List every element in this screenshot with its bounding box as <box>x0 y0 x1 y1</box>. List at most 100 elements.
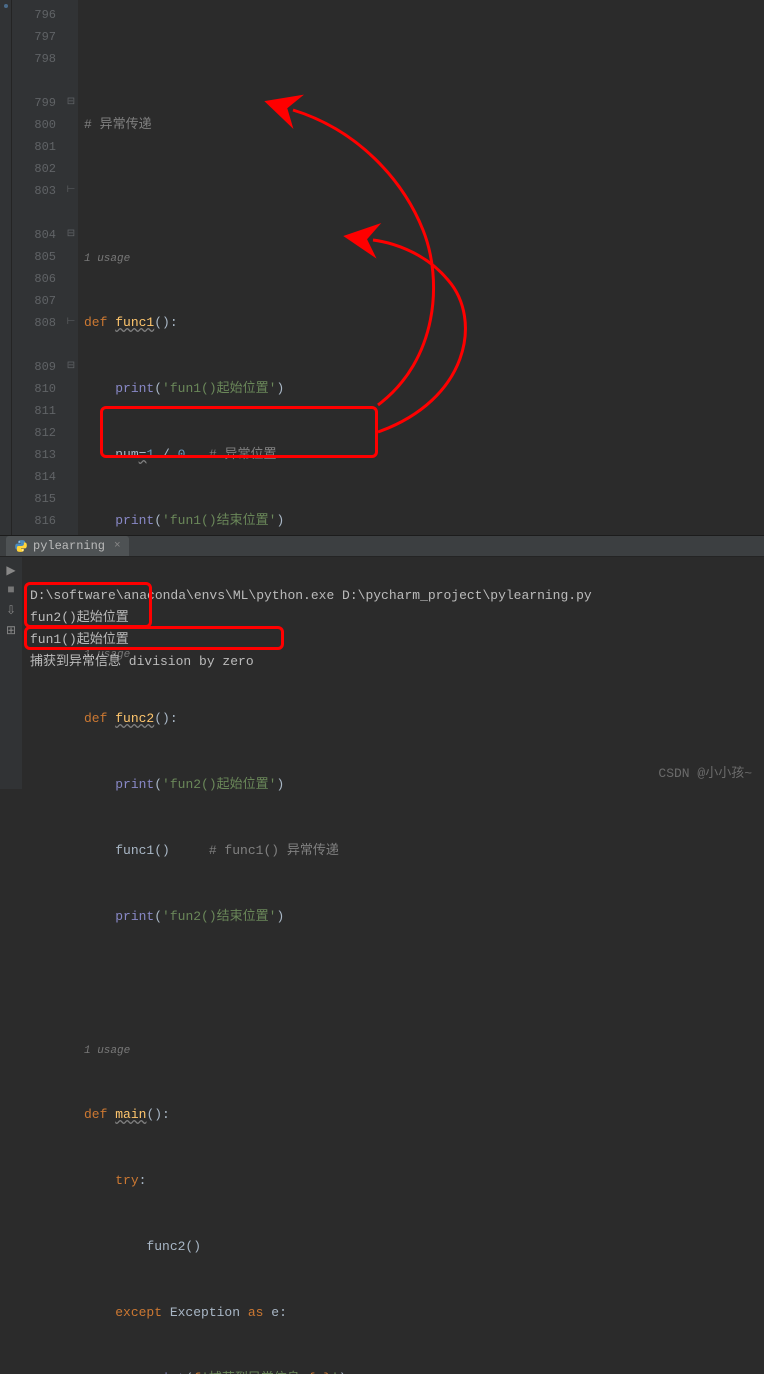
comment: # func1() 异常传递 <box>170 843 339 858</box>
string-literal: '捕获到异常信息 <box>201 1371 308 1374</box>
string-literal: 'fun2()结束位置' <box>162 909 276 924</box>
line-number <box>12 334 56 356</box>
string-literal: 'fun1()结束位置' <box>162 513 276 528</box>
stop-icon[interactable]: ■ <box>4 583 18 597</box>
line-number <box>12 202 56 224</box>
function-name: main <box>115 1107 146 1122</box>
line-number: 796 <box>12 4 56 26</box>
keyword-try: try <box>115 1173 138 1188</box>
fold-icon[interactable] <box>64 510 78 532</box>
fold-icon[interactable]: ⊟ <box>64 356 78 378</box>
code-text: (): <box>146 1107 169 1122</box>
line-number: 797 <box>12 26 56 48</box>
fold-icon[interactable] <box>64 136 78 158</box>
console-output[interactable]: D:\software\anaconda\envs\ML\python.exe … <box>22 557 764 789</box>
code-text: (): <box>154 315 177 330</box>
builtin-print: print <box>115 513 154 528</box>
string-literal: 'fun1()起始位置' <box>162 381 276 396</box>
line-number: 813 <box>12 444 56 466</box>
line-number: 814 <box>12 466 56 488</box>
line-number: 804 <box>12 224 56 246</box>
line-number: 808 <box>12 312 56 334</box>
function-call: func2() <box>146 1239 201 1254</box>
comment: # 异常传递 <box>84 117 152 132</box>
fold-icon[interactable] <box>64 444 78 466</box>
variable: num <box>115 447 138 462</box>
python-icon <box>14 539 28 553</box>
line-number: 800 <box>12 114 56 136</box>
fold-icon[interactable] <box>64 400 78 422</box>
line-number: 809 <box>12 356 56 378</box>
fold-icon[interactable] <box>64 114 78 136</box>
line-number: 801 <box>12 136 56 158</box>
keyword-def: def <box>84 1107 115 1122</box>
line-number: 807 <box>12 290 56 312</box>
fold-gutter: ⊟ ⊢ ⊟ ⊢ ⊟ <box>64 0 78 535</box>
brace: } <box>323 1371 331 1374</box>
usage-hint: 1 usage <box>84 246 764 268</box>
console-line: fun1()起始位置 <box>30 632 129 647</box>
f-prefix: f <box>193 1371 201 1374</box>
keyword-as: as <box>240 1305 271 1320</box>
builtin-print: print <box>115 381 154 396</box>
console-toolbar: ▶ ■ ⇩ ⊞ <box>0 557 22 789</box>
line-number <box>12 70 56 92</box>
console-area: pylearning × ▶ ■ ⇩ ⊞ D:\software\anacond… <box>0 535 764 687</box>
usage-hint: 1 usage <box>84 1038 764 1060</box>
fold-icon[interactable] <box>64 70 78 92</box>
builtin-print: print <box>115 909 154 924</box>
exception-class: Exception <box>170 1305 240 1320</box>
editor-area: 796 797 798 799 800 801 802 803 804 805 … <box>0 0 764 535</box>
code-editor[interactable]: # 异常传递 1 usage def func1(): print('fun1(… <box>78 0 764 535</box>
line-number: 799 <box>12 92 56 114</box>
builtin-print: print <box>146 1371 185 1374</box>
comment: # 异常位置 <box>185 447 276 462</box>
fold-icon[interactable] <box>64 378 78 400</box>
fold-icon[interactable] <box>64 422 78 444</box>
line-number: 815 <box>12 488 56 510</box>
down-icon[interactable]: ⇩ <box>4 603 18 617</box>
line-number: 803 <box>12 180 56 202</box>
console-body: ▶ ■ ⇩ ⊞ D:\software\anaconda\envs\ML\pyt… <box>0 557 764 789</box>
fold-icon[interactable]: ⊢ <box>64 180 78 202</box>
fold-icon[interactable]: ⊟ <box>64 224 78 246</box>
line-number-gutter: 796 797 798 799 800 801 802 803 804 805 … <box>12 0 64 535</box>
line-number: 805 <box>12 246 56 268</box>
console-line: D:\software\anaconda\envs\ML\python.exe … <box>30 588 592 603</box>
console-line: fun2()起始位置 <box>30 610 129 625</box>
layout-icon[interactable]: ⊞ <box>4 623 18 637</box>
fold-icon[interactable] <box>64 488 78 510</box>
fold-icon[interactable] <box>64 466 78 488</box>
line-number: 816 <box>12 510 56 532</box>
fold-icon[interactable] <box>64 334 78 356</box>
watermark: CSDN @小小孩~ <box>658 763 752 785</box>
fold-icon[interactable] <box>64 268 78 290</box>
function-name: func1 <box>115 315 154 330</box>
fold-icon[interactable] <box>64 246 78 268</box>
brace: { <box>308 1371 316 1374</box>
fold-icon[interactable] <box>64 48 78 70</box>
fold-icon[interactable]: ⊟ <box>64 92 78 114</box>
marker-gutter <box>0 0 12 535</box>
operator: / <box>154 447 177 462</box>
line-number: 806 <box>12 268 56 290</box>
keyword-def: def <box>84 315 115 330</box>
fstring-var: e <box>315 1371 323 1374</box>
line-number: 811 <box>12 400 56 422</box>
line-number: 802 <box>12 158 56 180</box>
console-line: 捕获到异常信息 division by zero <box>30 654 254 669</box>
line-number: 798 <box>12 48 56 70</box>
function-call: func1() <box>115 843 170 858</box>
rerun-icon[interactable]: ▶ <box>4 563 18 577</box>
fold-icon[interactable]: ⊢ <box>64 312 78 334</box>
string-literal: ' <box>331 1371 339 1374</box>
fold-icon[interactable] <box>64 290 78 312</box>
variable: e <box>271 1305 279 1320</box>
fold-icon[interactable] <box>64 26 78 48</box>
line-number: 812 <box>12 422 56 444</box>
fold-icon[interactable] <box>64 202 78 224</box>
keyword-except: except <box>115 1305 170 1320</box>
line-number: 810 <box>12 378 56 400</box>
fold-icon[interactable] <box>64 4 78 26</box>
fold-icon[interactable] <box>64 158 78 180</box>
